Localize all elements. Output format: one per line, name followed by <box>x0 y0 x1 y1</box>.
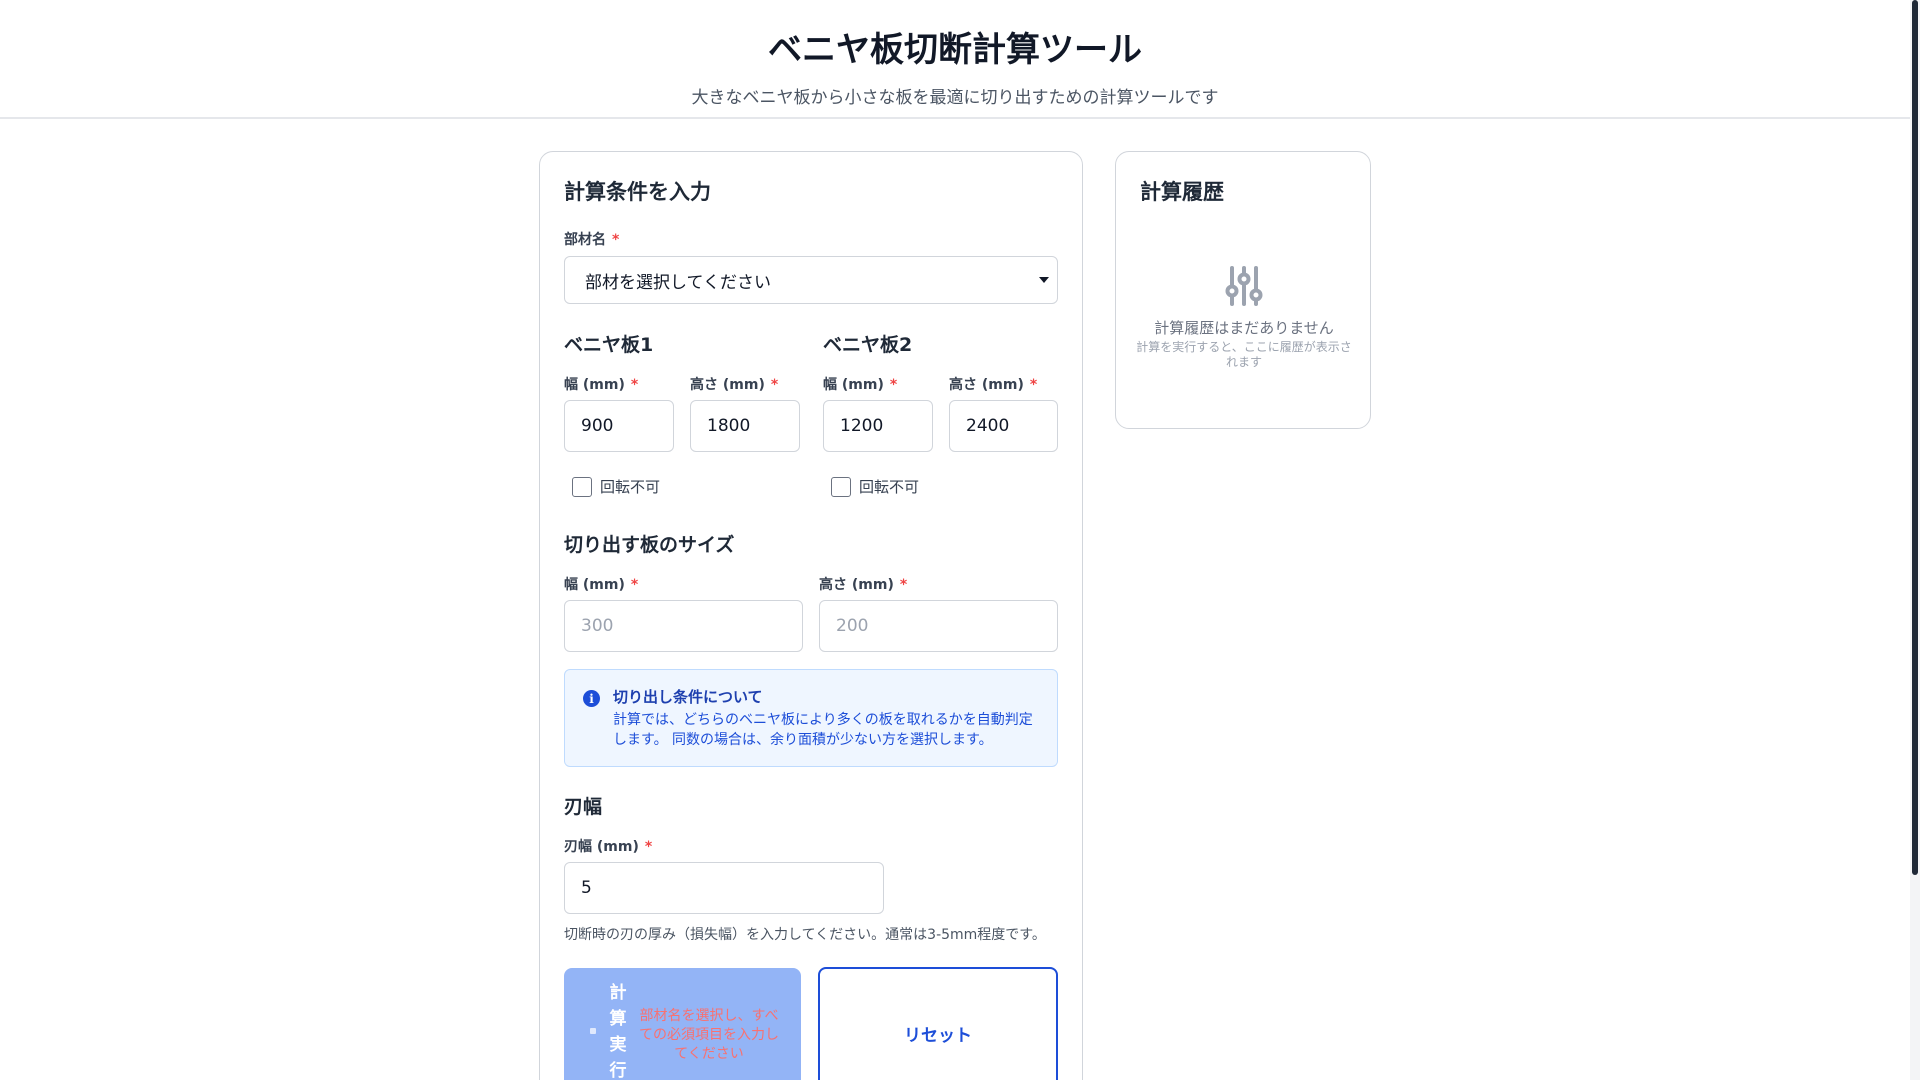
required-mark: * <box>889 377 898 393</box>
calculate-icon <box>590 1028 596 1034</box>
page-title: ベニヤ板切断計算ツール <box>768 30 1142 70</box>
cut-height-label: 高さ (mm) * <box>819 574 907 594</box>
plywood1-no-rotate-checkbox[interactable] <box>572 476 592 497</box>
plywood2-width-label-text: 幅 (mm) <box>823 377 884 393</box>
plywood1-height-label: 高さ (mm) * <box>690 374 778 394</box>
reset-button[interactable]: リセット <box>818 967 1058 1080</box>
required-mark: * <box>899 577 908 593</box>
part-select[interactable]: 部材を選択してください <box>564 256 1058 304</box>
required-mark: * <box>644 839 653 855</box>
page-subtitle: 大きなベニヤ板から小さな板を最適に切り出すための計算ツールです <box>691 88 1219 108</box>
plywood1-height-label-text: 高さ (mm) <box>690 377 765 393</box>
plywood1-height-input[interactable] <box>690 400 800 452</box>
blade-label: 刃幅 (mm) * <box>564 836 652 856</box>
calculate-button-label: 計算実行 <box>609 983 627 1080</box>
history-empty-message: 計算履歴はまだありません <box>1154 319 1334 337</box>
plywood2-title: ベニヤ板2 <box>823 334 913 356</box>
plywood1-no-rotate[interactable]: 回転不可 <box>572 476 660 497</box>
form-title: 計算条件を入力 <box>564 180 711 204</box>
required-mark: * <box>1029 377 1038 393</box>
page-header: ベニヤ板切断計算ツール 大きなベニヤ板から小さな板を最適に切り出すための計算ツー… <box>0 0 1910 119</box>
required-mark: * <box>630 377 639 393</box>
app-viewport: ベニヤ板切断計算ツール 大きなベニヤ板から小さな板を最適に切り出すための計算ツー… <box>0 0 1920 1080</box>
calculation-form-card: 計算条件を入力 部材名 * 部材を選択してください ベニヤ板1 幅 (mm) * 高… <box>539 151 1083 1080</box>
required-mark: * <box>770 377 779 393</box>
cut-size-title: 切り出す板のサイズ <box>564 534 735 556</box>
info-text: 計算では、どちらのベニヤ板により多くの板を取れるかを自動判定します。 同数の場合… <box>613 712 1033 748</box>
plywood2-width-label: 幅 (mm) * <box>823 374 897 394</box>
plywood2-height-label-text: 高さ (mm) <box>949 377 1024 393</box>
history-empty-hint: 計算を実行すると、ここに履歴が表示されます <box>1136 340 1352 369</box>
info-icon: i <box>583 690 600 707</box>
cut-width-label-text: 幅 (mm) <box>564 577 625 593</box>
blade-title: 刃幅 <box>564 796 603 818</box>
plywood2-height-label: 高さ (mm) * <box>949 374 1037 394</box>
plywood2-width-input[interactable] <box>823 400 933 452</box>
part-label-text: 部材名 <box>564 232 606 248</box>
history-title: 計算履歴 <box>1140 180 1224 204</box>
plywood1-width-input[interactable] <box>564 400 674 452</box>
plywood2-no-rotate[interactable]: 回転不可 <box>831 476 919 497</box>
info-title: 切り出し条件について <box>613 688 763 706</box>
plywood1-width-label-text: 幅 (mm) <box>564 377 625 393</box>
plywood2-height-input[interactable] <box>949 400 1058 452</box>
required-mark: * <box>612 232 620 248</box>
calculate-warning-text: 部材名を選択し、すべての必須項目を入力してください <box>639 1007 779 1061</box>
plywood1-width-label: 幅 (mm) * <box>564 374 638 394</box>
chevron-down-icon <box>1039 277 1049 283</box>
cut-width-label: 幅 (mm) * <box>564 574 638 594</box>
blade-width-input[interactable] <box>564 862 884 914</box>
page-scrollbar[interactable] <box>1910 0 1920 1080</box>
scrollbar-thumb[interactable] <box>1912 0 1918 875</box>
cutting-info-box: i 切り出し条件について 計算では、どちらのベニヤ板により多くの板を取れるかを自… <box>564 669 1058 767</box>
sliders-icon <box>1225 266 1263 306</box>
plywood2-no-rotate-checkbox[interactable] <box>831 476 851 497</box>
cut-width-input[interactable] <box>564 600 803 652</box>
plywood1-no-rotate-label: 回転不可 <box>600 478 661 496</box>
cut-height-label-text: 高さ (mm) <box>819 577 894 593</box>
plywood2-no-rotate-label: 回転不可 <box>859 478 920 496</box>
part-label: 部材名 * <box>564 229 619 249</box>
history-card: 計算履歴 計算履歴はまだありません 計算を実行すると、ここに履歴が表示されます <box>1115 151 1371 429</box>
blade-label-text: 刃幅 (mm) <box>564 839 639 855</box>
calculate-button[interactable]: 計算実行 部材名を選択し、すべての必須項目を入力してください <box>564 968 801 1080</box>
plywood1-title: ベニヤ板1 <box>564 334 654 356</box>
cut-height-input[interactable] <box>819 600 1058 652</box>
part-select-value: 部材を選択してください <box>585 272 771 293</box>
blade-help-text: 切断時の刃の厚み（損失幅）を入力してください。通常は3-5mm程度です。 <box>564 927 1046 943</box>
required-mark: * <box>630 577 639 593</box>
